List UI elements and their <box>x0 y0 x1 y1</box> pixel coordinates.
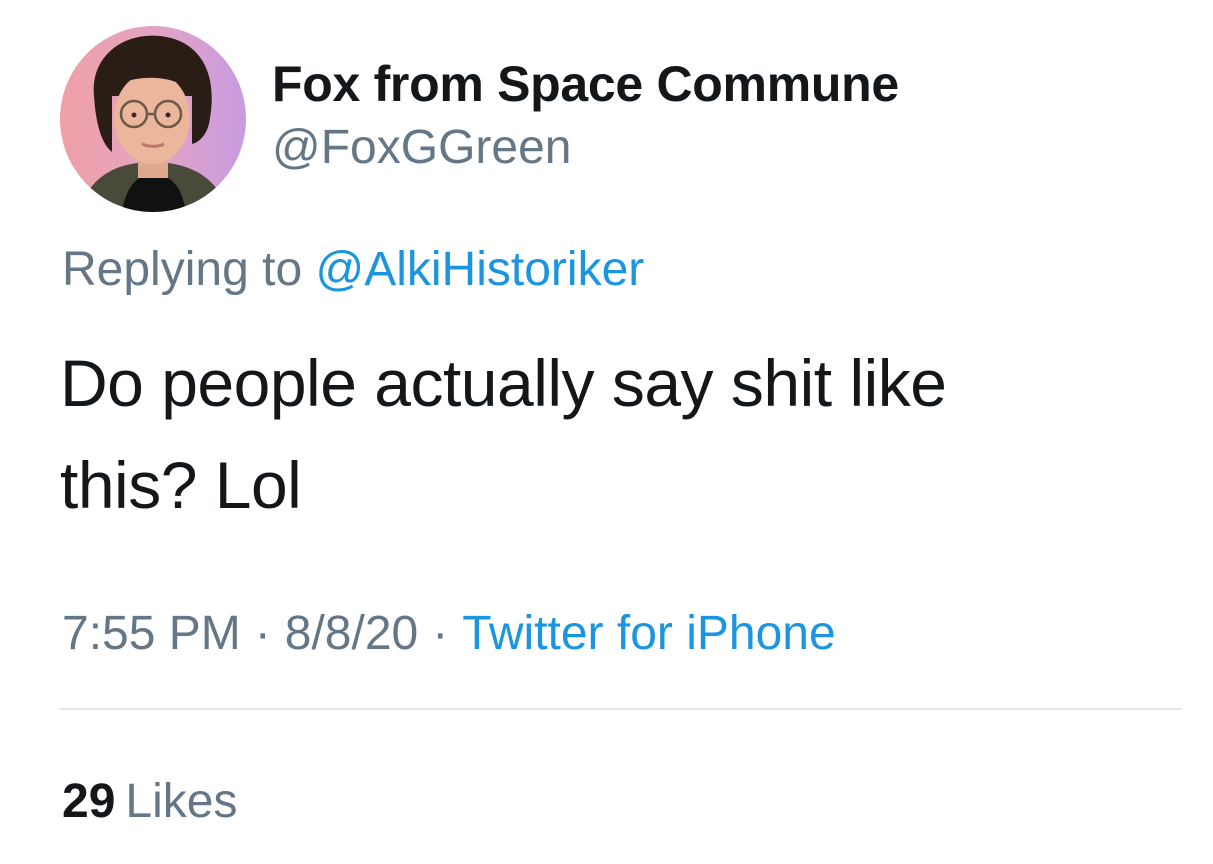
meta-separator: · <box>432 607 449 660</box>
tweet-text: Do people actually say shit like this? L… <box>60 346 947 522</box>
replying-to-prefix: Replying to <box>62 243 303 296</box>
author-names: Fox from Space Commune @FoxGGreen <box>272 54 899 178</box>
tweet-time[interactable]: 7:55 PM <box>62 607 241 660</box>
profile-photo-icon <box>60 26 246 212</box>
likes-stat[interactable]: 29 Likes <box>62 772 237 832</box>
tweet-source-link[interactable]: Twitter for iPhone <box>462 607 836 660</box>
display-name[interactable]: Fox from Space Commune <box>272 54 899 114</box>
tweet-meta: 7:55 PM · 8/8/20 · Twitter for iPhone <box>62 604 836 664</box>
likes-label: Likes <box>125 775 238 828</box>
author-handle[interactable]: @FoxGGreen <box>272 118 899 178</box>
divider <box>60 708 1182 710</box>
tweet-header: Fox from Space Commune @FoxGGreen <box>60 26 899 212</box>
replying-to: Replying to @AlkiHistoriker <box>62 240 644 300</box>
reply-handle-link[interactable]: @AlkiHistoriker <box>315 243 644 296</box>
tweet-detail: Fox from Space Commune @FoxGGreen Replyi… <box>0 0 1213 864</box>
avatar[interactable] <box>60 26 246 212</box>
meta-separator: · <box>254 607 271 660</box>
tweet-date[interactable]: 8/8/20 <box>285 607 418 660</box>
likes-count: 29 <box>62 775 116 828</box>
